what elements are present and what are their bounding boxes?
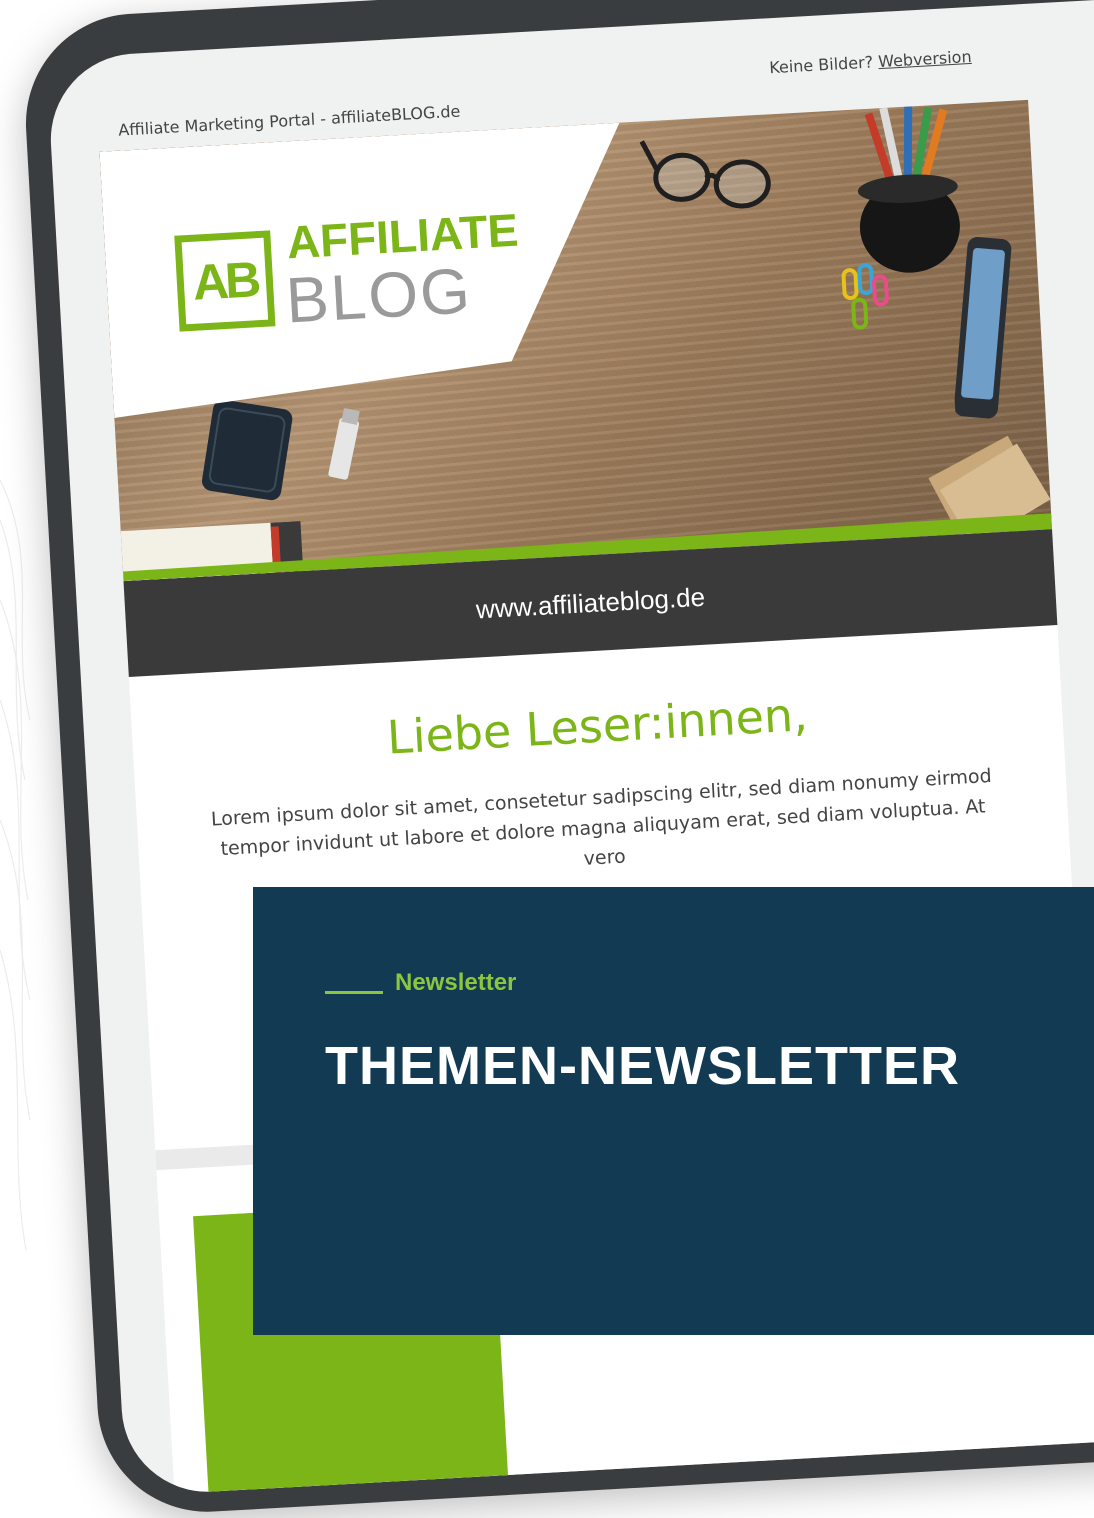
glasses-icon <box>639 140 771 209</box>
newsletter-overlay-card: Newsletter THEMEN-NEWSLETTER <box>253 887 1094 1335</box>
phone-icon <box>954 237 1012 419</box>
usb-stick-icon <box>328 407 360 480</box>
no-images-label: Keine Bilder? <box>768 52 874 78</box>
wallet-icon <box>201 399 293 501</box>
affiliate-blog-logo[interactable]: AB AFFILIATE BLOG <box>174 203 520 341</box>
hero-image: AB AFFILIATE BLOG <box>99 99 1053 582</box>
card-title: THEMEN-NEWSLETTER <box>325 1036 960 1096</box>
no-images-notice: Keine Bilder? Webversion <box>769 47 972 77</box>
kicker-label: Newsletter <box>395 969 517 996</box>
intro-paragraph: Lorem ipsum dolor sit amet, consetetur s… <box>210 764 993 870</box>
card-kicker: Newsletter <box>325 969 516 997</box>
website-url[interactable]: www.affiliateblog.de <box>475 582 706 625</box>
kicker-rule <box>325 991 383 994</box>
paperclips-icon <box>841 263 889 330</box>
webversion-link[interactable]: Webversion <box>878 47 972 71</box>
greeting-heading: Liebe Leser:innen, <box>385 687 809 765</box>
logo-mark: AB <box>174 230 276 332</box>
logo-blog-text: BLOG <box>284 254 474 337</box>
